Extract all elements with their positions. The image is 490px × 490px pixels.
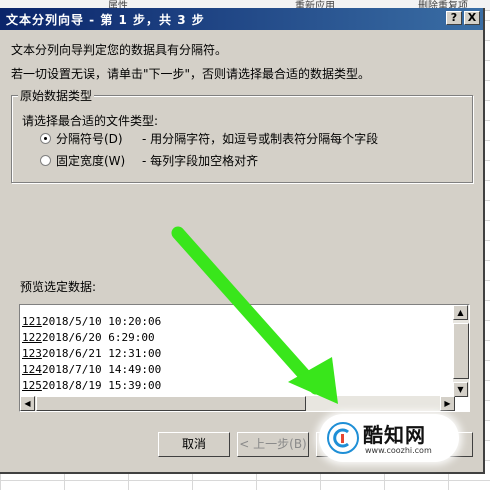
watermark-name: 酷知网 <box>363 423 426 447</box>
preview-row: 1212018/5/10 10:20:06 <box>22 315 161 332</box>
preview-row-text: 2018/5/10 10:20:06 <box>42 315 162 328</box>
watermark-url: www.coozhi.com <box>365 446 432 455</box>
coozhi-logo-icon <box>327 422 359 454</box>
data-preview-box[interactable]: 1212018/5/10 10:20:06 1222018/6/20 6:29:… <box>19 304 470 412</box>
scroll-up-icon[interactable]: ▲ <box>453 305 468 320</box>
preview-horizontal-scrollbar[interactable]: ◀ ▶ <box>20 396 455 411</box>
delimited-label[interactable]: 分隔符号(D) <box>56 130 123 147</box>
preview-row-number: 122 <box>22 331 42 344</box>
dialog-title: 文本分列向导 - 第 1 步，共 3 步 <box>6 13 205 27</box>
fixed-width-description: - 每列字段加空格对齐 <box>142 154 259 168</box>
preview-row-number: 121 <box>22 315 42 328</box>
preview-row: 1232018/6/21 12:31:00 <box>22 347 161 364</box>
intro-line-2: 若一切设置无误，请单击"下一步"，否则请选择最合适的数据类型。 <box>11 67 371 81</box>
text-to-columns-dialog: 文本分列向导 - 第 1 步，共 3 步 ? X 文本分列向导判定您的数据具有分… <box>0 8 485 474</box>
preview-label: 预览选定数据: <box>20 280 97 294</box>
preview-row: 1222018/6/20 6:29:00 <box>22 331 155 348</box>
preview-row-text: 2018/7/10 14:49:00 <box>42 363 162 376</box>
close-button[interactable]: X <box>464 11 480 25</box>
group-title: 原始数据类型 <box>18 87 95 104</box>
preview-vertical-scrollbar[interactable]: ▲ ▼ <box>453 305 469 397</box>
cancel-button[interactable]: 取消 <box>158 432 230 457</box>
preview-row-number: 125 <box>22 379 42 392</box>
preview-row: 1242018/7/10 14:49:00 <box>22 363 161 380</box>
scroll-left-icon[interactable]: ◀ <box>20 396 35 411</box>
preview-row-text: 2018/8/19 15:39:00 <box>42 379 162 392</box>
vertical-scroll-thumb[interactable] <box>453 323 469 379</box>
horizontal-scroll-thumb[interactable] <box>36 396 306 411</box>
intro-line-1: 文本分列向导判定您的数据具有分隔符。 <box>11 43 228 57</box>
preview-row-text: 2018/6/21 12:31:00 <box>42 347 162 360</box>
preview-row-number: 123 <box>22 347 42 360</box>
preview-row-number: 124 <box>22 363 42 376</box>
fixed-width-label[interactable]: 固定宽度(W) <box>56 152 125 169</box>
dialog-titlebar[interactable]: 文本分列向导 - 第 1 步，共 3 步 ? X <box>0 8 483 30</box>
preview-row-text: 2018/6/20 6:29:00 <box>42 331 155 344</box>
fixed-width-radio[interactable] <box>40 155 51 166</box>
delimited-radio[interactable] <box>40 133 51 144</box>
coozhi-watermark: 酷知网 www.coozhi.com <box>319 414 459 462</box>
delimited-description: - 用分隔字符，如逗号或制表符分隔每个字段 <box>142 132 379 146</box>
preview-row: 1252018/8/19 15:39:00 <box>22 379 161 396</box>
scroll-down-icon[interactable]: ▼ <box>453 382 468 397</box>
back-button[interactable]: < 上一步(B) <box>237 432 309 457</box>
help-button[interactable]: ? <box>446 11 462 25</box>
scroll-right-icon[interactable]: ▶ <box>440 396 455 411</box>
group-prompt: 请选择最合适的文件类型: <box>22 114 159 128</box>
